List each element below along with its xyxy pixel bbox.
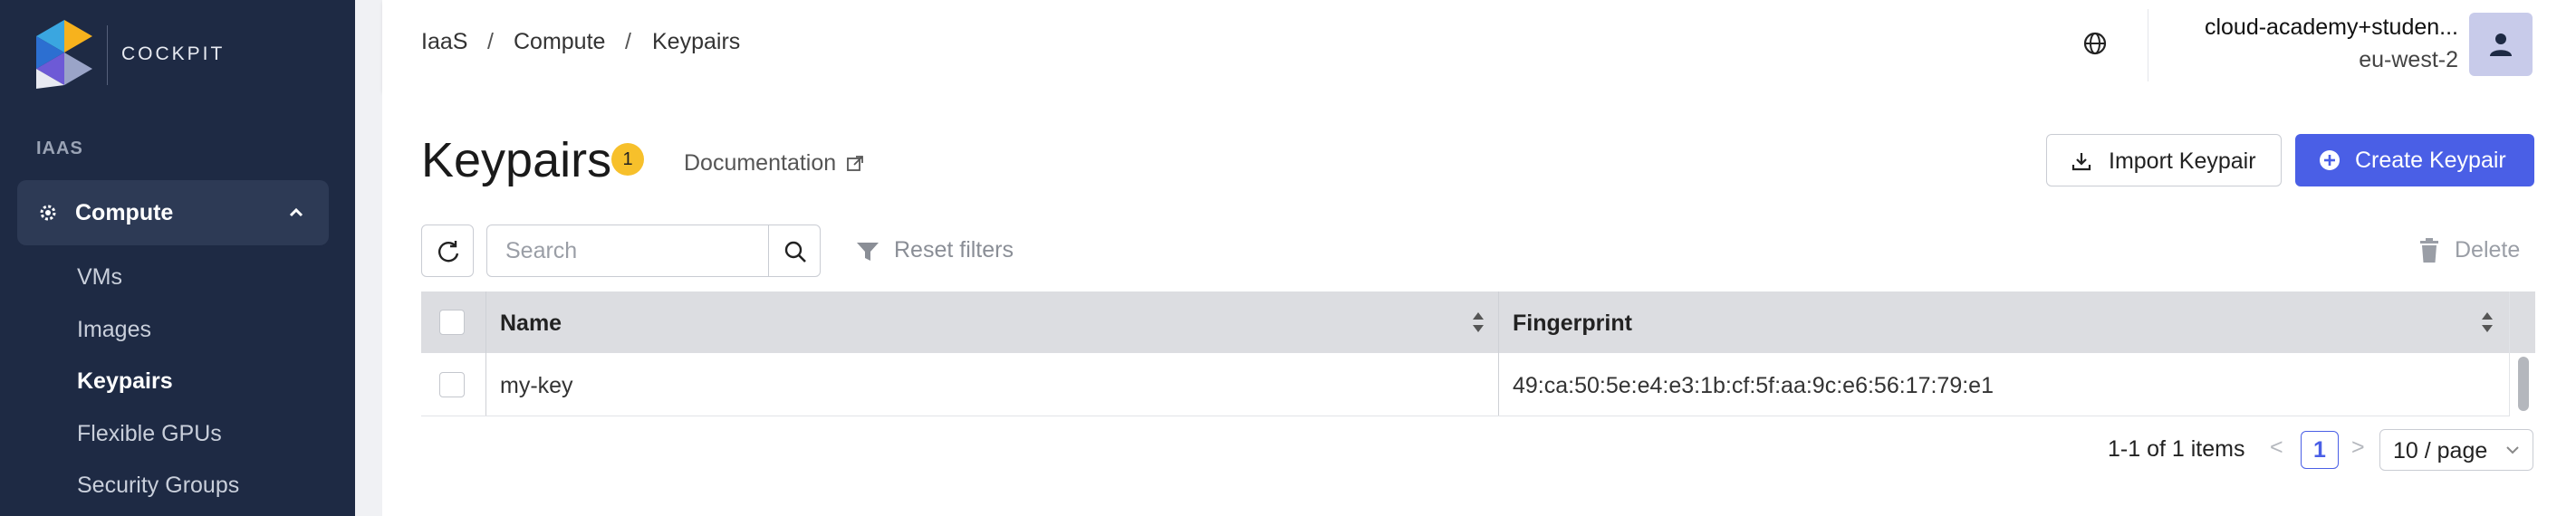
refresh-button[interactable] bbox=[421, 225, 474, 277]
column-divider bbox=[485, 353, 486, 416]
breadcrumb-separator: / bbox=[487, 29, 494, 54]
external-link-icon bbox=[847, 156, 864, 172]
column-header-name[interactable]: Name bbox=[500, 311, 562, 337]
section-label-iaas: IAAS bbox=[36, 139, 83, 158]
globe-icon[interactable] bbox=[2081, 30, 2109, 57]
search-icon bbox=[784, 241, 806, 263]
trash-icon bbox=[2420, 238, 2438, 263]
sidebar-group-compute[interactable]: Compute bbox=[17, 180, 329, 245]
search-input[interactable] bbox=[486, 225, 769, 277]
column-header-fingerprint[interactable]: Fingerprint bbox=[1513, 311, 1632, 337]
table-row[interactable]: my-key 49:ca:50:5e:e4:e3:1b:cf:5f:aa:9c:… bbox=[421, 353, 2509, 416]
pagination-next-button[interactable]: > bbox=[2351, 435, 2365, 461]
documentation-label: Documentation bbox=[684, 150, 837, 176]
download-icon bbox=[2071, 153, 2091, 171]
column-divider bbox=[485, 291, 486, 353]
row-checkbox[interactable] bbox=[439, 372, 465, 397]
sort-icon[interactable] bbox=[2481, 310, 2494, 335]
table-scrollbar[interactable] bbox=[2509, 291, 2535, 416]
sidebar-group-label: Compute bbox=[75, 200, 174, 225]
documentation-link[interactable]: Documentation bbox=[684, 150, 864, 177]
select-all-checkbox[interactable] bbox=[439, 310, 465, 335]
avatar[interactable] bbox=[2469, 13, 2533, 76]
sidebar: COCKPIT IAAS Compute VMs Images Keypairs… bbox=[0, 0, 355, 516]
breadcrumb-item-compute[interactable]: Compute bbox=[514, 29, 605, 55]
sort-icon[interactable] bbox=[1472, 310, 1485, 335]
breadcrumb-item-keypairs: Keypairs bbox=[652, 29, 741, 54]
reset-filters-button[interactable]: Reset filters bbox=[856, 237, 1014, 263]
sidebar-item-flexible-gpus[interactable]: Flexible GPUs bbox=[77, 421, 222, 447]
scrollbar-header-fill bbox=[2510, 291, 2535, 353]
account-name[interactable]: cloud-academy+studen... bbox=[2205, 14, 2458, 41]
cell-fingerprint: 49:ca:50:5e:e4:e3:1b:cf:5f:aa:9c:e6:56:1… bbox=[1513, 373, 1994, 398]
create-keypair-button[interactable]: Create Keypair bbox=[2295, 134, 2534, 186]
sidebar-item-images[interactable]: Images bbox=[77, 317, 151, 343]
sidebar-item-vms[interactable]: VMs bbox=[77, 264, 122, 291]
count-badge: 1 bbox=[611, 143, 644, 176]
scrollbar-thumb[interactable] bbox=[2518, 357, 2529, 411]
reset-filters-label: Reset filters bbox=[894, 237, 1014, 263]
account-region: eu-west-2 bbox=[2359, 47, 2458, 72]
create-keypair-label: Create Keypair bbox=[2355, 148, 2506, 173]
pagination-prev-button[interactable]: < bbox=[2270, 435, 2283, 461]
refresh-icon bbox=[438, 241, 459, 263]
cog-icon bbox=[40, 205, 56, 221]
column-divider bbox=[1498, 291, 1499, 353]
chevron-up-icon bbox=[289, 207, 303, 217]
logo-divider bbox=[107, 25, 108, 85]
chevron-down-icon bbox=[2506, 446, 2519, 454]
sidebar-item-keypairs[interactable]: Keypairs bbox=[77, 368, 173, 395]
import-keypair-button[interactable]: Import Keypair bbox=[2046, 134, 2282, 186]
plus-circle-icon bbox=[2320, 150, 2340, 170]
column-divider bbox=[1498, 353, 1499, 416]
content-gutter bbox=[355, 0, 382, 516]
brand-name: COCKPIT bbox=[121, 43, 226, 64]
user-icon bbox=[2490, 33, 2512, 56]
page-size-select[interactable]: 10 / page bbox=[2379, 429, 2533, 471]
delete-button[interactable]: Delete bbox=[2418, 237, 2520, 263]
search-button[interactable] bbox=[768, 225, 821, 277]
cell-name: my-key bbox=[500, 373, 573, 398]
table-header: Name Fingerprint bbox=[421, 291, 2509, 353]
import-keypair-label: Import Keypair bbox=[2109, 148, 2256, 174]
filter-icon bbox=[857, 243, 879, 261]
cockpit-logo[interactable] bbox=[36, 20, 92, 89]
delete-label: Delete bbox=[2455, 237, 2521, 263]
pagination-summary: 1-1 of 1 items bbox=[2108, 436, 2245, 462]
breadcrumb-separator: / bbox=[625, 29, 631, 54]
page-size-value: 10 / page bbox=[2393, 438, 2488, 463]
pagination-page-1[interactable]: 1 bbox=[2301, 431, 2339, 469]
breadcrumb-item-iaas[interactable]: IaaS bbox=[421, 29, 467, 55]
page-title: Keypairs bbox=[421, 133, 612, 187]
sidebar-item-security-groups[interactable]: Security Groups bbox=[77, 473, 239, 499]
